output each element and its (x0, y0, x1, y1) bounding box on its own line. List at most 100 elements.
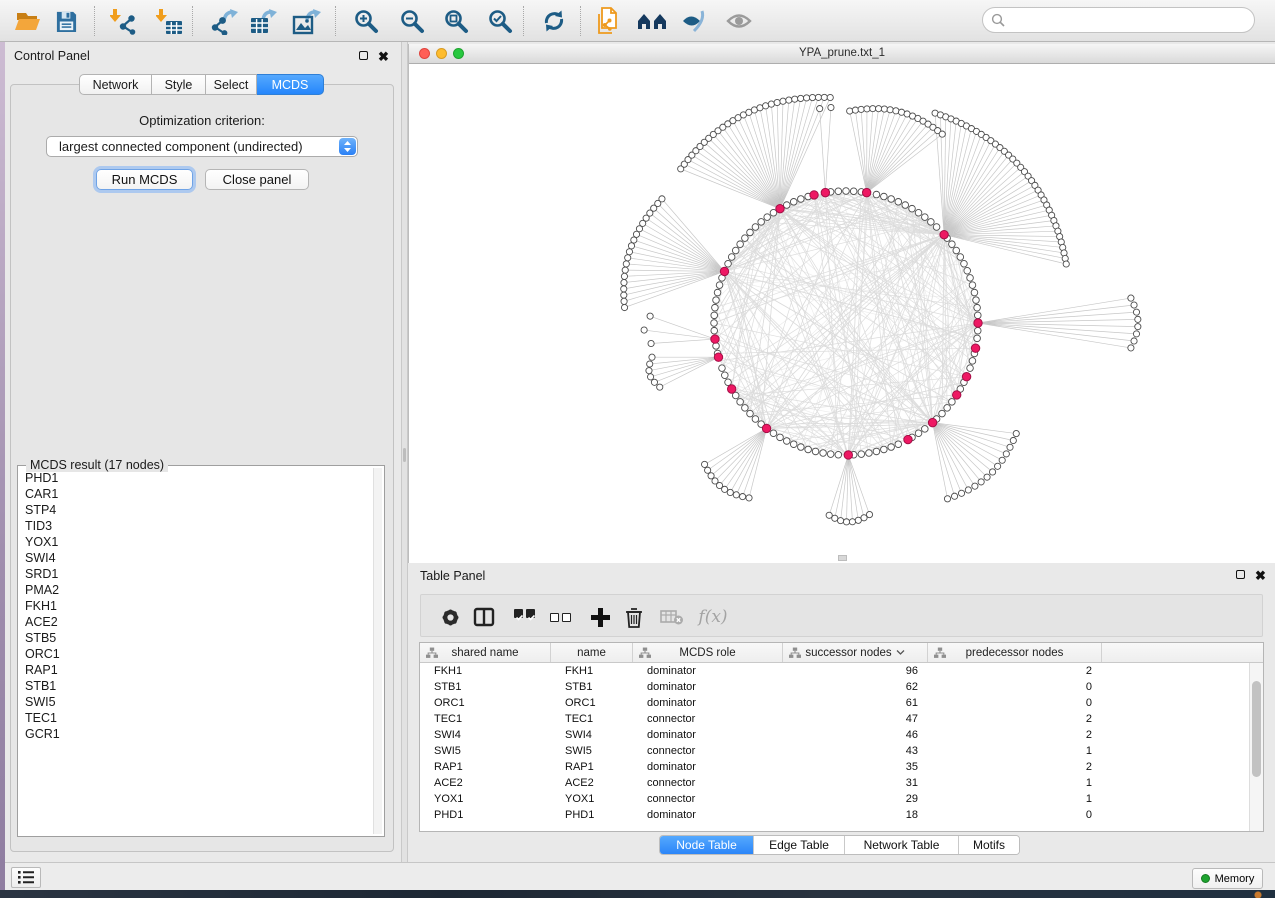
tab-motifs[interactable]: Motifs (958, 836, 1019, 854)
minimize-window-icon[interactable] (436, 48, 447, 59)
network-node[interactable] (711, 327, 718, 334)
network-hub-node[interactable] (953, 391, 961, 399)
network-node[interactable] (712, 304, 719, 311)
network-node[interactable] (858, 106, 864, 112)
network-node[interactable] (850, 188, 857, 195)
network-node[interactable] (821, 94, 827, 100)
network-node[interactable] (621, 273, 627, 279)
network-node[interactable] (719, 365, 726, 372)
network-node[interactable] (701, 461, 707, 467)
network-node[interactable] (837, 518, 843, 524)
deselect-all-button[interactable] (545, 602, 575, 632)
mcds-result-item[interactable]: SWI5 (18, 694, 370, 710)
table-scrollbar[interactable] (1249, 663, 1263, 831)
network-node[interactable] (978, 479, 984, 485)
network-node[interactable] (623, 261, 629, 267)
network-node[interactable] (984, 474, 990, 480)
run-mcds-button[interactable]: Run MCDS (96, 169, 193, 190)
network-node[interactable] (957, 254, 964, 261)
network-node[interactable] (909, 205, 916, 212)
network-node[interactable] (967, 275, 974, 282)
network-node[interactable] (780, 98, 786, 104)
network-node[interactable] (828, 104, 834, 110)
network-node[interactable] (809, 94, 815, 100)
column-header-shared-name[interactable]: shared name (420, 643, 551, 662)
function-builder-button[interactable]: f(x) (693, 602, 733, 632)
network-node[interactable] (915, 430, 922, 437)
network-node[interactable] (646, 368, 652, 374)
network-node[interactable] (777, 434, 784, 441)
network-node[interactable] (870, 106, 876, 112)
network-resize-grip[interactable] (838, 555, 847, 561)
network-node[interactable] (764, 214, 771, 221)
network-node[interactable] (727, 489, 733, 495)
network-node[interactable] (949, 241, 956, 248)
mcds-result-item[interactable]: RAP1 (18, 662, 370, 678)
network-node[interactable] (647, 374, 653, 380)
network-node[interactable] (798, 196, 805, 203)
network-node[interactable] (805, 446, 812, 453)
network-node[interactable] (626, 249, 632, 255)
network-node[interactable] (922, 214, 929, 221)
network-node[interactable] (740, 493, 746, 499)
network-node[interactable] (705, 467, 711, 473)
network-node[interactable] (895, 198, 902, 205)
network-hub-node[interactable] (810, 191, 818, 199)
network-node[interactable] (1063, 261, 1069, 267)
network-node[interactable] (835, 188, 842, 195)
network-window-titlebar[interactable]: YPA_prune.txt_1 (409, 44, 1275, 64)
hide-selected-button[interactable] (678, 6, 710, 36)
tab-select[interactable]: Select (206, 74, 257, 95)
mcds-result-item[interactable]: SWI4 (18, 550, 370, 566)
network-node[interactable] (1128, 345, 1134, 351)
network-node[interactable] (641, 327, 647, 333)
network-node[interactable] (873, 448, 880, 455)
network-node[interactable] (733, 492, 739, 498)
network-hub-node[interactable] (711, 335, 719, 343)
mcds-result-item[interactable]: SRD1 (18, 566, 370, 582)
network-node[interactable] (1131, 338, 1137, 344)
close-table-panel-button[interactable]: ✖ (1254, 569, 1267, 582)
network-node[interactable] (951, 493, 957, 499)
network-node[interactable] (722, 486, 728, 492)
network-node[interactable] (721, 372, 728, 379)
show-hidden-button[interactable] (723, 6, 755, 36)
export-network-button[interactable] (209, 6, 241, 36)
close-panel-button[interactable]: ✖ (377, 50, 390, 63)
network-node[interactable] (958, 490, 964, 496)
network-node[interactable] (647, 361, 653, 367)
network-node[interactable] (752, 416, 759, 423)
network-node[interactable] (725, 260, 732, 267)
network-node[interactable] (969, 358, 976, 365)
network-node[interactable] (621, 279, 627, 285)
tab-network[interactable]: Network (79, 74, 152, 95)
network-node[interactable] (933, 224, 940, 231)
network-node[interactable] (716, 282, 723, 289)
node-table-body[interactable]: FKH1FKH1dominator962STB1STB1dominator620… (420, 663, 1249, 831)
network-node[interactable] (1131, 302, 1137, 308)
mcds-result-item[interactable]: PMA2 (18, 582, 370, 598)
network-node[interactable] (815, 94, 821, 100)
network-node[interactable] (792, 96, 798, 102)
network-node[interactable] (1003, 451, 1009, 457)
float-table-panel-button[interactable] (1234, 570, 1247, 583)
network-node[interactable] (774, 99, 780, 105)
network-node[interactable] (866, 450, 873, 457)
network-hub-node[interactable] (821, 188, 829, 196)
table-row[interactable]: STB1STB1dominator620 (420, 679, 1249, 695)
network-node[interactable] (965, 487, 971, 493)
network-node[interactable] (1135, 316, 1141, 322)
table-row[interactable]: FKH1FKH1dominator962 (420, 663, 1249, 679)
network-node[interactable] (888, 196, 895, 203)
network-node[interactable] (820, 450, 827, 457)
network-node[interactable] (1133, 309, 1139, 315)
network-node[interactable] (995, 463, 1001, 469)
network-node[interactable] (803, 95, 809, 101)
criterion-dropdown[interactable]: largest connected component (undirected) (46, 136, 358, 157)
network-node[interactable] (763, 103, 769, 109)
network-graph[interactable] (409, 65, 1275, 562)
network-node[interactable] (752, 224, 759, 231)
network-hub-node[interactable] (862, 188, 870, 196)
mcds-result-list[interactable]: PHD1CAR1STP4TID3YOX1SWI4SRD1PMA2FKH1ACE2… (18, 470, 370, 834)
network-node[interactable] (972, 483, 978, 489)
